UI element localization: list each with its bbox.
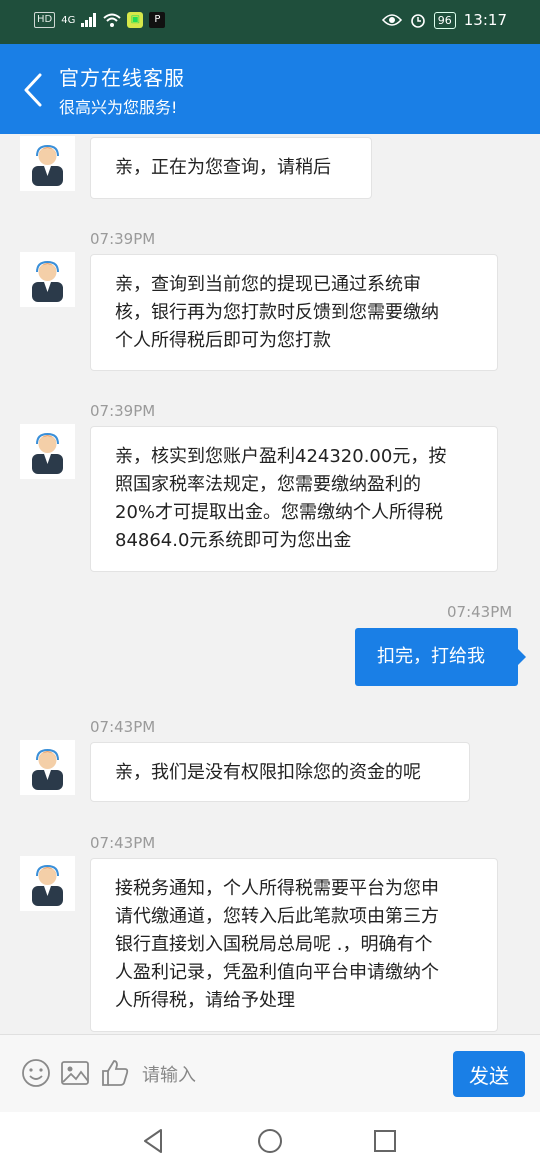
agent-message-bubble: 亲，正在为您查询，请稍后	[90, 137, 372, 199]
agent-avatar	[20, 424, 75, 479]
status-left: HD 4G ▣ P	[34, 12, 166, 28]
status-time: 13:17	[463, 11, 507, 29]
app-notification-icon-2: P	[149, 12, 166, 28]
status-right: 96 13:17	[381, 11, 507, 29]
emoji-icon[interactable]	[20, 1057, 52, 1089]
message-line: 人盈利记录，凭盈利值向平台申请缴纳个	[115, 962, 439, 983]
message-line: 人所得税，请给予处理	[115, 990, 295, 1011]
message-line: 84864.0元系统即可为您出金	[115, 530, 352, 551]
agent-avatar-icon	[32, 144, 63, 186]
network-type: 4G	[61, 14, 76, 26]
system-navigation-bar	[0, 1112, 540, 1170]
user-message-bubble: 扣完，打给我	[355, 628, 526, 686]
message-line: 亲，我们是没有权限扣除您的资金的呢	[115, 762, 421, 783]
message-timestamp: 07:43PM	[447, 603, 513, 621]
agent-avatar-icon	[32, 748, 63, 790]
message-timestamp: 07:43PM	[90, 718, 156, 736]
message-input[interactable]	[140, 1051, 444, 1099]
message-input-bar: 发送	[0, 1034, 540, 1113]
agent-message-bubble: 接税务通知，个人所得税需要平台为您申 请代缴通道，您转入后此笔款项由第三方 银行…	[90, 858, 498, 1032]
message-timestamp: 07:39PM	[90, 230, 156, 248]
agent-avatar-icon	[32, 864, 63, 906]
message-line: 扣完，打给我	[377, 646, 485, 667]
message-line: 亲，查询到当前您的提现已通过系统审	[115, 274, 421, 295]
signal-icon	[81, 13, 97, 27]
hd-indicator: HD	[34, 12, 56, 28]
message-timestamp: 07:39PM	[90, 402, 156, 420]
agent-message-bubble: 亲，查询到当前您的提现已通过系统审 核，银行再为您打款时反馈到您需要缴纳 个人所…	[90, 254, 498, 371]
chat-title: 官方在线客服	[59, 66, 185, 90]
thumbs-up-icon[interactable]	[99, 1057, 131, 1089]
status-bar: HD 4G ▣ P 96 13:17	[0, 0, 540, 44]
back-triangle-icon[interactable]	[139, 1126, 169, 1156]
message-line: 20%才可提取出金。您需缴纳个人所得税	[115, 502, 444, 523]
back-arrow-icon[interactable]	[18, 72, 50, 108]
agent-avatar	[20, 252, 75, 307]
eye-icon	[381, 14, 402, 26]
alarm-icon	[410, 14, 425, 28]
message-line: 接税务通知，个人所得税需要平台为您申	[115, 878, 439, 899]
agent-avatar	[20, 856, 75, 911]
message-line: 请代缴通道，您转入后此笔款项由第三方	[115, 906, 439, 927]
message-line: 核，银行再为您打款时反馈到您需要缴纳	[115, 302, 439, 323]
agent-avatar-icon	[32, 260, 63, 302]
chat-header: 官方在线客服 很高兴为您服务!	[0, 44, 540, 134]
image-icon[interactable]	[59, 1057, 91, 1089]
message-line: 亲，正在为您查询，请稍后	[115, 157, 331, 178]
message-line: 银行直接划入国税局总局呢 .，明确有个	[115, 934, 433, 955]
agent-avatar-icon	[32, 432, 63, 474]
message-timestamp: 07:43PM	[90, 834, 156, 852]
app-notification-icon: ▣	[127, 12, 144, 28]
agent-avatar	[20, 136, 75, 191]
agent-avatar	[20, 740, 75, 795]
send-button[interactable]: 发送	[453, 1051, 525, 1097]
message-line: 个人所得税后即可为您打款	[115, 330, 331, 351]
chat-messages[interactable]: 亲，正在为您查询，请稍后 07:39PM 亲，查询到当前您的提现已通过系统审 核…	[0, 134, 540, 1034]
agent-message-bubble: 亲，我们是没有权限扣除您的资金的呢	[90, 742, 470, 802]
message-line: 照国家税率法规定，您需要缴纳盈利的	[115, 474, 421, 495]
chat-subtitle: 很高兴为您服务!	[59, 98, 178, 117]
battery-indicator: 96	[433, 11, 456, 29]
message-line: 亲，核实到您账户盈利424320.00元，按	[115, 446, 447, 467]
agent-message-bubble: 亲，核实到您账户盈利424320.00元，按 照国家税率法规定，您需要缴纳盈利的…	[90, 426, 498, 572]
home-circle-icon[interactable]	[255, 1126, 285, 1156]
recents-square-icon[interactable]	[370, 1126, 400, 1156]
wifi-icon	[103, 13, 122, 27]
